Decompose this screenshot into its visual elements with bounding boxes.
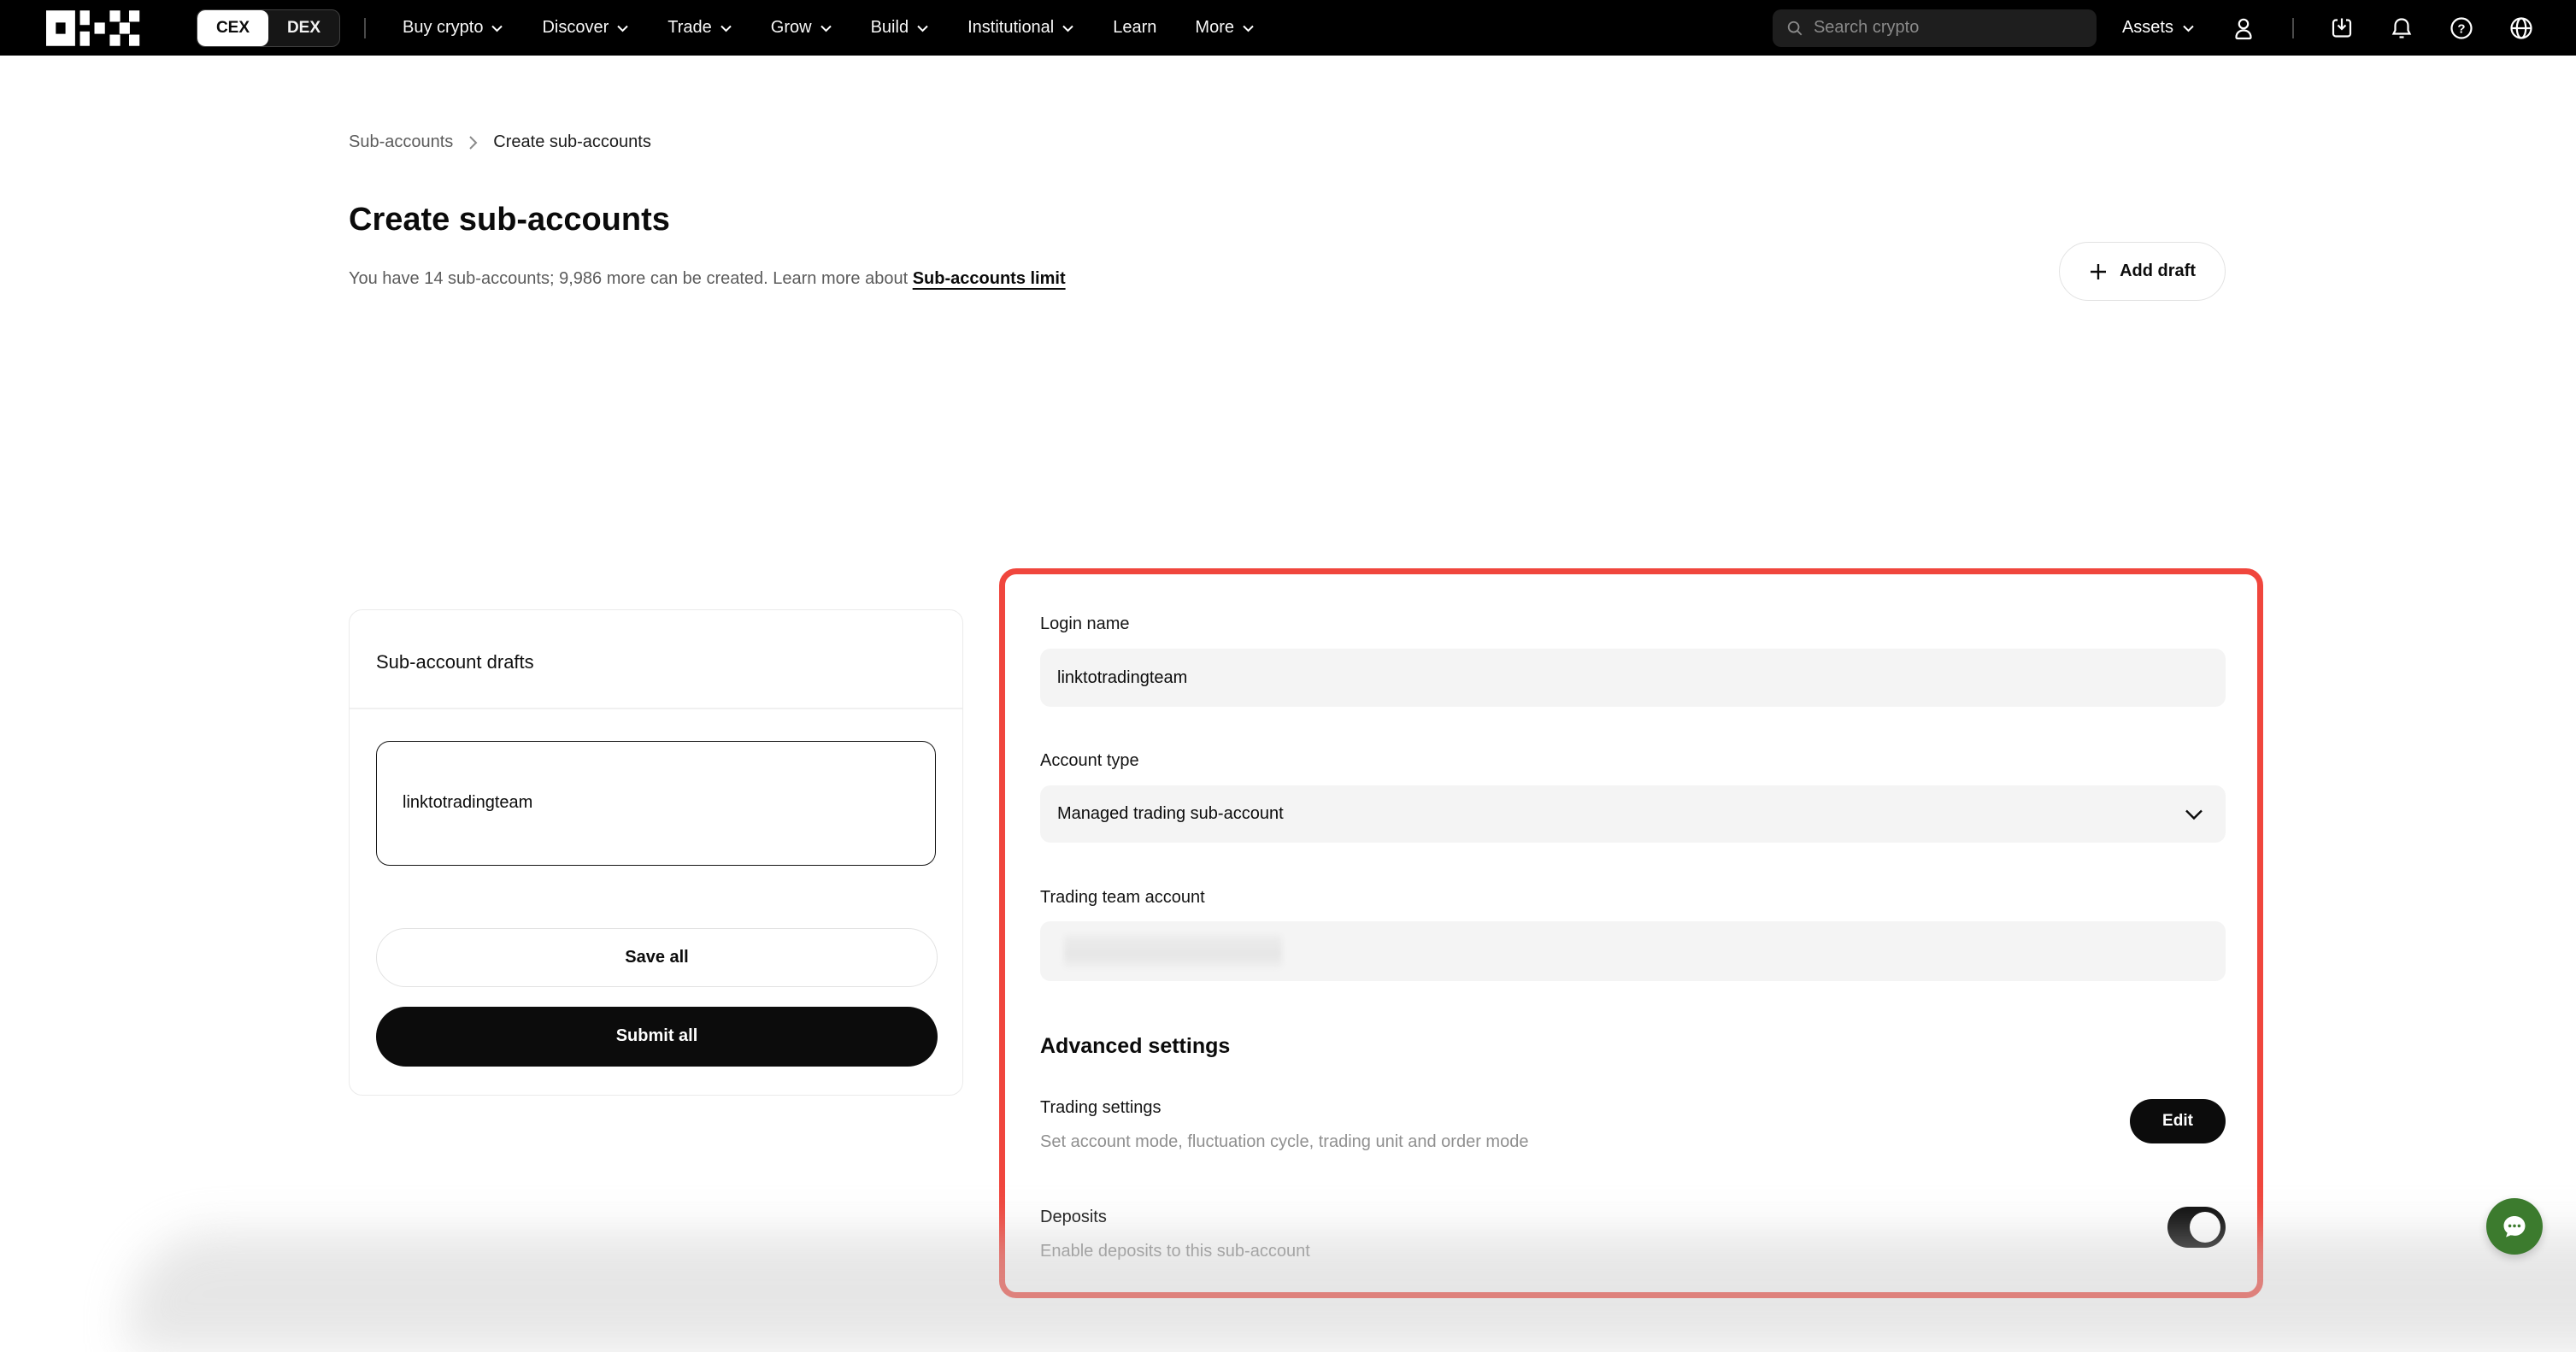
trading-settings-row: Trading settings Set account mode, fluct… <box>1040 1097 2226 1152</box>
deposits-texts: Deposits Enable deposits to this sub-acc… <box>1040 1207 1310 1261</box>
nav-item-more[interactable]: More <box>1195 18 1255 38</box>
globe-icon <box>2509 16 2533 40</box>
nav-item-label: Discover <box>542 18 609 38</box>
chevron-down-icon <box>491 24 503 32</box>
edit-trading-settings-button[interactable]: Edit <box>2130 1099 2226 1143</box>
assets-dropdown[interactable]: Assets <box>2122 18 2195 38</box>
redacted-value <box>1064 935 1282 967</box>
nav-item-label: Institutional <box>967 18 1054 38</box>
login-name-label: Login name <box>1040 614 2226 634</box>
nav-item-label: Trade <box>668 18 712 38</box>
nav-item-label: Buy crypto <box>403 18 483 38</box>
top-navbar: CEX DEX Buy crypto Discover Trade Grow B… <box>0 0 2576 56</box>
submit-all-button[interactable]: Submit all <box>376 1007 938 1067</box>
toggle-knob <box>2190 1212 2220 1243</box>
account-type-select[interactable]: Managed trading sub-account <box>1040 785 2226 843</box>
trading-team-account-label: Trading team account <box>1040 887 2226 908</box>
svg-text:?: ? <box>2457 21 2465 36</box>
advanced-settings-heading: Advanced settings <box>1040 1034 2226 1059</box>
notifications-button[interactable] <box>2390 16 2414 40</box>
chevron-down-icon <box>2185 808 2203 820</box>
chevron-down-icon <box>820 24 832 32</box>
breadcrumb-chevron-icon <box>468 135 478 150</box>
nav-item-grow[interactable]: Grow <box>771 18 832 38</box>
add-draft-label: Add draft <box>2120 262 2196 281</box>
page-content: Sub-accounts Create sub-accounts Create … <box>349 56 2226 1092</box>
nav-divider <box>364 18 366 38</box>
draft-item-selected[interactable]: linktotradingteam <box>376 741 936 866</box>
sub-accounts-limit-link[interactable]: Sub-accounts limit <box>913 269 1066 288</box>
breadcrumb-current: Create sub-accounts <box>493 132 651 152</box>
trading-settings-texts: Trading settings Set account mode, fluct… <box>1040 1097 1528 1152</box>
breadcrumb-sub-accounts[interactable]: Sub-accounts <box>349 132 453 152</box>
trading-settings-description: Set account mode, fluctuation cycle, tra… <box>1040 1132 1528 1152</box>
okx-logo[interactable] <box>46 10 143 46</box>
support-chat-button[interactable] <box>2486 1198 2543 1255</box>
help-icon: ? <box>2450 16 2473 40</box>
account-type-value: Managed trading sub-account <box>1057 804 1284 824</box>
bell-icon <box>2390 16 2414 40</box>
toggle-dex[interactable]: DEX <box>268 10 339 46</box>
nav-divider <box>2292 18 2294 38</box>
breadcrumb: Sub-accounts Create sub-accounts <box>349 132 2226 152</box>
trading-settings-label: Trading settings <box>1040 1097 1528 1118</box>
save-all-button[interactable]: Save all <box>376 928 938 987</box>
chat-bubble-icon <box>2499 1211 2530 1242</box>
help-button[interactable]: ? <box>2450 16 2473 40</box>
subtitle-text: You have 14 sub-accounts; 9,986 more can… <box>349 269 913 288</box>
nav-item-label: More <box>1195 18 1234 38</box>
login-name-input[interactable] <box>1040 649 2226 707</box>
chevron-down-icon <box>616 24 629 32</box>
search-input[interactable] <box>1814 18 2083 38</box>
nav-item-build[interactable]: Build <box>871 18 929 38</box>
create-sub-account-form-panel: Login name Account type Managed trading … <box>999 568 2263 1298</box>
profile-button[interactable] <box>2231 15 2256 41</box>
assets-label: Assets <box>2122 18 2173 38</box>
deposits-label: Deposits <box>1040 1207 1310 1227</box>
user-icon <box>2231 15 2256 41</box>
download-icon <box>2330 16 2354 40</box>
nav-item-learn[interactable]: Learn <box>1113 18 1156 38</box>
nav-item-institutional[interactable]: Institutional <box>967 18 1074 38</box>
account-type-label: Account type <box>1040 750 2226 771</box>
deposits-description: Enable deposits to this sub-account <box>1040 1241 1310 1261</box>
plus-icon <box>2089 262 2108 281</box>
nav-item-label: Build <box>871 18 909 38</box>
chevron-down-icon <box>1062 24 1074 32</box>
toggle-cex[interactable]: CEX <box>197 10 268 46</box>
nav-right-cluster: Assets ? <box>1773 9 2533 47</box>
nav-item-label: Grow <box>771 18 812 38</box>
search-icon <box>1786 19 1803 38</box>
draft-name: linktotradingteam <box>403 793 532 813</box>
drafts-card-separator <box>350 708 962 709</box>
chevron-down-icon <box>2182 24 2195 32</box>
page-subtitle: You have 14 sub-accounts; 9,986 more can… <box>349 269 2226 289</box>
drafts-card-header: Sub-account drafts <box>350 610 962 673</box>
page-title: Create sub-accounts <box>349 202 2226 238</box>
nav-item-trade[interactable]: Trade <box>668 18 732 38</box>
chevron-down-icon <box>916 24 929 32</box>
chevron-down-icon <box>1242 24 1255 32</box>
deposits-toggle[interactable] <box>2167 1207 2226 1248</box>
chevron-down-icon <box>720 24 732 32</box>
trading-team-account-input[interactable] <box>1040 921 2226 981</box>
cex-dex-toggle: CEX DEX <box>197 9 340 47</box>
nav-item-discover[interactable]: Discover <box>542 18 629 38</box>
nav-menu: Buy crypto Discover Trade Grow Build Ins… <box>403 18 1255 38</box>
deposits-row: Deposits Enable deposits to this sub-acc… <box>1040 1207 2226 1261</box>
main-area: Sub-account drafts linktotradingteam Sav… <box>349 289 2226 1092</box>
download-app-button[interactable] <box>2330 16 2354 40</box>
search-bar[interactable] <box>1773 9 2097 47</box>
sub-account-drafts-card: Sub-account drafts linktotradingteam Sav… <box>349 609 963 1096</box>
nav-item-label: Learn <box>1113 18 1156 38</box>
nav-item-buy-crypto[interactable]: Buy crypto <box>403 18 503 38</box>
language-button[interactable] <box>2509 16 2533 40</box>
